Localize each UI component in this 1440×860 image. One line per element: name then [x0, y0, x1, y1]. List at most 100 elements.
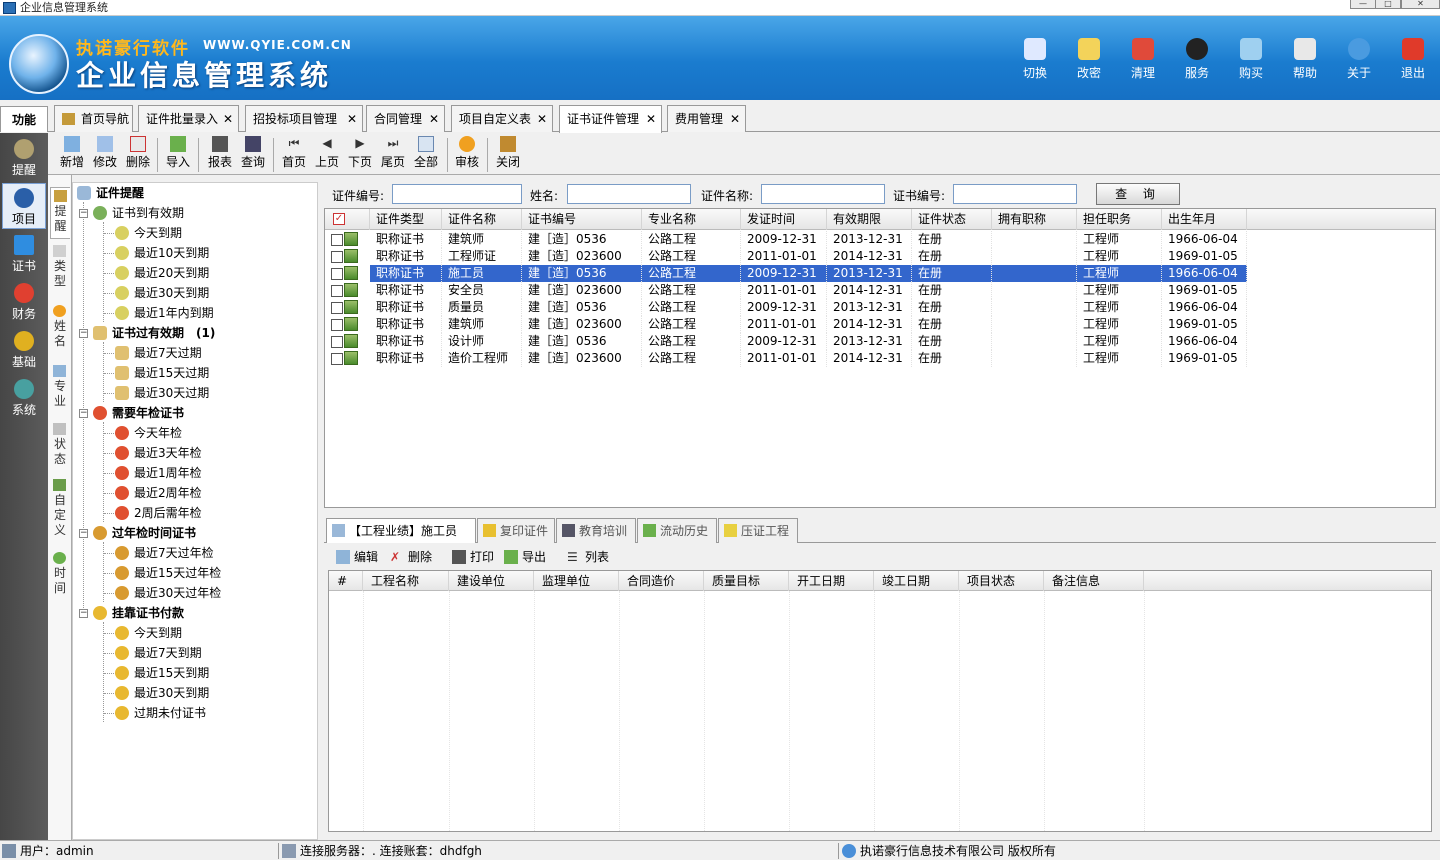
- table-cell[interactable]: 2014-12-31: [827, 316, 912, 333]
- col-header[interactable]: 竣工日期: [874, 571, 959, 591]
- tree-leaf[interactable]: 最近1周年检: [115, 463, 202, 483]
- table-cell[interactable]: 在册: [912, 265, 992, 282]
- col-header[interactable]: 项目状态: [959, 571, 1044, 591]
- tree-leaf[interactable]: 最近7天到期: [115, 643, 202, 663]
- tree-leaf[interactable]: 最近3天年检: [115, 443, 202, 463]
- table-cell[interactable]: 工程师: [1077, 231, 1162, 248]
- table-row[interactable]: 职称证书 建筑师 建［造］0536 公路工程 2009-12-31 2013-12-31 在…: [325, 231, 1435, 248]
- tab-bidding[interactable]: 招投标项目管理 ✕: [245, 105, 363, 132]
- tab-training[interactable]: 教育培训: [556, 518, 636, 543]
- tree-root[interactable]: 证件提醒: [77, 183, 144, 203]
- collapse-icon[interactable]: −: [79, 209, 88, 218]
- close-tab-icon[interactable]: ✕: [429, 106, 439, 132]
- nav-certificate[interactable]: 证书: [2, 231, 46, 277]
- table-cell[interactable]: 工程师: [1077, 248, 1162, 265]
- table-cell[interactable]: 工程师: [1077, 316, 1162, 333]
- tree-leaf[interactable]: 2周后需年检: [115, 503, 202, 523]
- table-cell[interactable]: 1966-06-04: [1162, 265, 1247, 282]
- row-checkbox[interactable]: [331, 353, 343, 365]
- row-checkbox[interactable]: [331, 251, 343, 263]
- detail-columns-button[interactable]: ☰ 列表: [567, 547, 609, 567]
- table-cell[interactable]: 2009-12-31: [741, 299, 827, 316]
- tree-leaf[interactable]: 最近30天到期: [115, 283, 209, 303]
- table-cell[interactable]: 工程师: [1077, 282, 1162, 299]
- table-row[interactable]: 职称证书 造价工程师 建［造］023600 公路工程 2011-01-01 2014-12…: [325, 350, 1435, 367]
- table-cell[interactable]: 公路工程: [642, 350, 741, 367]
- table-cell[interactable]: 1966-06-04: [1162, 299, 1247, 316]
- nav-system[interactable]: 系统: [2, 375, 46, 421]
- table-cell[interactable]: 2013-12-31: [827, 299, 912, 316]
- tree-leaf[interactable]: 最近15天过年检: [115, 563, 221, 583]
- tree-node-affiliated-payment[interactable]: 挂靠证书付款: [93, 603, 184, 623]
- table-row[interactable]: 职称证书 施工员 建［造］0536 公路工程 2009-12-31 2013-12-31 在…: [325, 265, 1435, 282]
- tree-leaf[interactable]: 今天到期: [115, 223, 182, 243]
- table-cell[interactable]: [992, 350, 1077, 367]
- table-cell[interactable]: 设计师: [442, 333, 522, 350]
- last-page-button[interactable]: ⏭ 尾页: [376, 136, 410, 174]
- tree-leaf[interactable]: 最近15天到期: [115, 663, 209, 683]
- vtab-status[interactable]: 状态: [50, 421, 70, 473]
- change-password-button[interactable]: 改密: [1069, 38, 1109, 96]
- table-cell[interactable]: 建筑师: [442, 316, 522, 333]
- close-tab-icon[interactable]: ✕: [730, 106, 740, 132]
- table-cell[interactable]: 1969-01-05: [1162, 282, 1247, 299]
- table-cell[interactable]: [992, 231, 1077, 248]
- table-cell[interactable]: [992, 299, 1077, 316]
- col-header[interactable]: 合同造价: [619, 571, 704, 591]
- col-header[interactable]: 发证时间: [741, 209, 827, 230]
- table-cell[interactable]: 2014-12-31: [827, 248, 912, 265]
- table-cell[interactable]: 工程师: [1077, 299, 1162, 316]
- row-checkbox[interactable]: [331, 268, 343, 280]
- close-tab-icon[interactable]: ✕: [646, 106, 656, 132]
- table-row[interactable]: 职称证书 质量员 建［造］0536 公路工程 2009-12-31 2013-12-31 在…: [325, 299, 1435, 316]
- table-cell[interactable]: 质量员: [442, 299, 522, 316]
- table-row[interactable]: 职称证书 建筑师 建［造］023600 公路工程 2011-01-01 2014-12-3…: [325, 316, 1435, 333]
- tab-copy-cert[interactable]: 复印证件: [477, 518, 555, 543]
- tree-leaf[interactable]: 最近10天到期: [115, 243, 209, 263]
- tree-node-annual-check[interactable]: 需要年检证书: [93, 403, 184, 423]
- table-cell[interactable]: 施工员: [442, 265, 522, 282]
- select-all-checkbox[interactable]: ✓: [325, 209, 370, 230]
- audit-button[interactable]: 审核: [450, 136, 484, 174]
- table-cell[interactable]: 2009-12-31: [741, 265, 827, 282]
- table-cell[interactable]: 建［造］023600: [522, 248, 642, 265]
- tree-leaf[interactable]: 最近30天过年检: [115, 583, 221, 603]
- tab-home[interactable]: 首页导航: [54, 105, 133, 132]
- tree-leaf[interactable]: 最近30天过期: [115, 383, 209, 403]
- table-cell[interactable]: [992, 333, 1077, 350]
- clean-button[interactable]: 清理: [1123, 38, 1163, 96]
- table-cell[interactable]: 公路工程: [642, 282, 741, 299]
- table-cell[interactable]: 建［造］023600: [522, 282, 642, 299]
- tab-flow-history[interactable]: 流动历史: [637, 518, 717, 543]
- col-header[interactable]: 建设单位: [449, 571, 534, 591]
- table-cell[interactable]: [992, 248, 1077, 265]
- table-cell[interactable]: 2009-12-31: [741, 333, 827, 350]
- table-cell[interactable]: 公路工程: [642, 333, 741, 350]
- tree-leaf[interactable]: 最近1年内到期: [115, 303, 214, 323]
- vtab-time[interactable]: 时间: [50, 550, 70, 602]
- cert-no-input[interactable]: [392, 184, 522, 204]
- add-button[interactable]: 新增: [55, 136, 89, 174]
- table-row[interactable]: 职称证书 安全员 建［造］023600 公路工程 2011-01-01 2014-12-3…: [325, 282, 1435, 299]
- tree-node-valid-expiry[interactable]: 证书到有效期: [93, 203, 184, 223]
- table-cell[interactable]: 2011-01-01: [741, 248, 827, 265]
- table-cell[interactable]: 建［造］0536: [522, 299, 642, 316]
- col-header[interactable]: 证件类型: [370, 209, 442, 230]
- table-cell[interactable]: 职称证书: [370, 299, 442, 316]
- table-cell[interactable]: [992, 316, 1077, 333]
- col-header[interactable]: 证书编号: [522, 209, 642, 230]
- table-cell[interactable]: 建［造］0536: [522, 265, 642, 282]
- table-cell[interactable]: [992, 265, 1077, 282]
- tab-certificate[interactable]: 证书证件管理 ✕: [559, 105, 662, 133]
- tree-leaf[interactable]: 最近2周年检: [115, 483, 202, 503]
- detail-export-button[interactable]: 导出: [504, 547, 546, 567]
- nav-finance[interactable]: 财务: [2, 279, 46, 325]
- buy-button[interactable]: 购买: [1231, 38, 1271, 96]
- col-header[interactable]: 专业名称: [642, 209, 741, 230]
- vtab-custom[interactable]: 自定义: [50, 477, 70, 547]
- table-cell[interactable]: [992, 282, 1077, 299]
- col-header[interactable]: #: [329, 571, 363, 591]
- table-cell[interactable]: 公路工程: [642, 231, 741, 248]
- table-cell[interactable]: 2014-12-31: [827, 350, 912, 367]
- table-cell[interactable]: 建［造］0536: [522, 333, 642, 350]
